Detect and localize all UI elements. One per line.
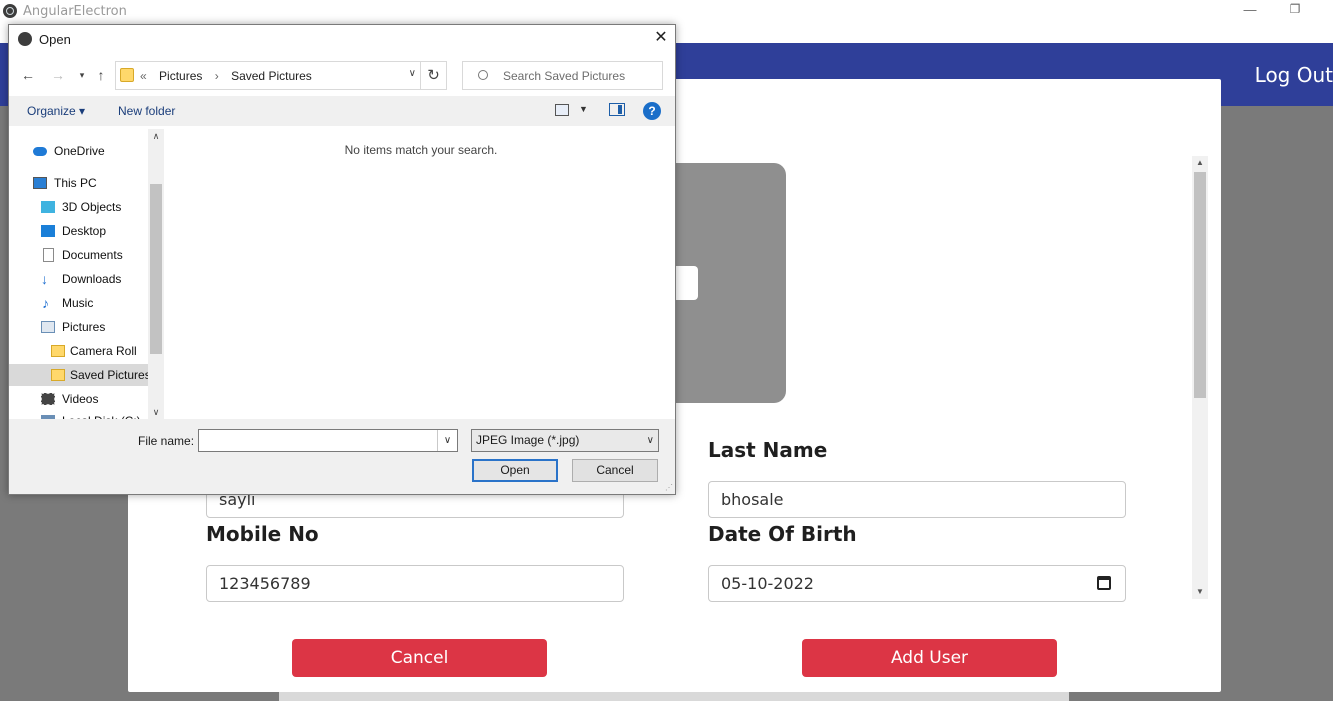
last-name-input[interactable]: bhosale xyxy=(708,481,1126,518)
file-type-select[interactable]: JPEG Image (*.jpg) ∨ xyxy=(471,429,659,452)
computer-icon xyxy=(33,177,47,189)
tree-item-label: Documents xyxy=(62,248,123,262)
tree-item-3d-objects[interactable]: 3D Objects xyxy=(9,196,149,218)
scroll-thumb[interactable] xyxy=(150,184,162,354)
document-icon xyxy=(43,248,54,262)
app-titlebar: AngularElectron — ❐ xyxy=(0,0,1333,24)
tree-item-label: OneDrive xyxy=(54,144,105,158)
pictures-icon xyxy=(41,321,55,333)
mobile-label: Mobile No xyxy=(206,522,319,546)
dialog-navigation-bar: ← → ▾ ↑ « Pictures › Saved Pictures ∨ ↻ … xyxy=(9,58,675,92)
electron-logo-icon xyxy=(3,4,17,18)
tree-item-label: Pictures xyxy=(62,320,106,334)
view-options-icon[interactable] xyxy=(555,104,569,116)
dialog-command-bar: Organize ▾ New folder ▼ ? xyxy=(9,96,675,126)
tree-item-documents[interactable]: Documents xyxy=(9,244,149,266)
back-arrow-icon[interactable]: ← xyxy=(19,66,37,84)
cube-icon xyxy=(41,201,55,213)
dob-input[interactable]: 05-10-2022 xyxy=(708,565,1126,602)
tree-item-label: 3D Objects xyxy=(62,200,122,214)
preview-pane-icon[interactable] xyxy=(609,103,625,116)
search-input[interactable]: Search Saved Pictures xyxy=(462,61,663,90)
dialog-footer: File name: ∨ JPEG Image (*.jpg) ∨ Open C… xyxy=(9,419,675,494)
scroll-up-icon[interactable]: ▲ xyxy=(1192,156,1208,170)
tree-item-label: Saved Pictures xyxy=(70,368,151,382)
empty-message: No items match your search. xyxy=(344,143,498,157)
tree-item-label: This PC xyxy=(54,176,97,190)
chevron-down-icon[interactable]: ∨ xyxy=(437,430,457,451)
open-button[interactable]: Open xyxy=(472,459,558,482)
chevron-down-icon[interactable]: ▼ xyxy=(579,104,588,114)
desktop-icon xyxy=(41,225,55,237)
address-bar[interactable]: « Pictures › Saved Pictures ∨ xyxy=(115,61,421,90)
search-icon xyxy=(478,70,488,80)
dialog-title: Open xyxy=(39,32,71,47)
tree-item-label: Videos xyxy=(62,392,99,406)
navigation-tree: OneDrive This PC 3D Objects Desktop Docu… xyxy=(9,129,164,420)
breadcrumb-overflow[interactable]: « xyxy=(140,69,147,83)
tree-item-downloads[interactable]: ↓ Downloads xyxy=(9,268,149,290)
modal-cancel-button[interactable]: Cancel xyxy=(292,639,547,677)
recent-locations-chevron-icon[interactable]: ▾ xyxy=(73,66,91,84)
tree-item-videos[interactable]: Videos xyxy=(9,388,149,410)
file-name-label: File name: xyxy=(138,434,195,448)
search-placeholder: Search Saved Pictures xyxy=(503,69,626,83)
tree-item-pictures[interactable]: Pictures xyxy=(9,316,149,338)
close-icon[interactable]: ✕ xyxy=(652,29,670,47)
open-file-dialog: Open ✕ ← → ▾ ↑ « Pictures › Saved Pictur… xyxy=(8,24,676,495)
breadcrumb-saved-pictures[interactable]: Saved Pictures xyxy=(231,69,312,83)
tree-item-music[interactable]: ♪ Music xyxy=(9,292,149,314)
dob-value: 05-10-2022 xyxy=(721,574,814,593)
cloud-icon xyxy=(33,147,47,156)
modal-scrollbar[interactable]: ▲ ▼ xyxy=(1192,156,1208,599)
breadcrumb-pictures[interactable]: Pictures xyxy=(159,69,202,83)
organize-menu[interactable]: Organize ▾ xyxy=(27,104,85,118)
forward-arrow-icon[interactable]: → xyxy=(49,66,67,84)
dob-label: Date Of Birth xyxy=(708,522,857,546)
minimize-icon[interactable]: — xyxy=(1243,2,1257,20)
tree-item-this-pc[interactable]: This PC xyxy=(9,172,149,194)
tree-scrollbar[interactable]: ∧ ∨ xyxy=(148,129,164,420)
tree-item-label: Desktop xyxy=(62,224,107,238)
tree-item-desktop[interactable]: Desktop xyxy=(9,220,149,242)
file-list[interactable]: No items match your search. xyxy=(167,129,675,420)
download-icon: ↓ xyxy=(41,271,48,287)
mobile-input[interactable]: 123456789 xyxy=(206,565,624,602)
folder-icon xyxy=(51,369,65,381)
tree-item-label: Camera Roll xyxy=(70,344,137,358)
up-arrow-icon[interactable]: ↑ xyxy=(92,66,110,84)
tree-item-onedrive[interactable]: OneDrive xyxy=(9,140,149,162)
chevron-down-icon: ∨ xyxy=(646,435,654,446)
tree-item-camera-roll[interactable]: Camera Roll xyxy=(9,340,149,362)
folder-icon xyxy=(120,68,134,82)
electron-logo-icon xyxy=(18,32,32,46)
tree-item-label: Downloads xyxy=(62,272,122,286)
dialog-titlebar: Open ✕ xyxy=(9,25,675,53)
tree-item-saved-pictures[interactable]: Saved Pictures xyxy=(9,364,151,386)
tree-item-label: Music xyxy=(62,296,94,310)
music-icon: ♪ xyxy=(42,295,49,311)
app-title: AngularElectron xyxy=(23,4,127,19)
help-icon[interactable]: ? xyxy=(643,102,661,120)
breadcrumb-separator: › xyxy=(214,69,219,83)
video-icon xyxy=(41,393,55,405)
chevron-up-icon[interactable]: ∧ xyxy=(148,131,164,142)
scroll-thumb[interactable] xyxy=(1194,172,1206,398)
refresh-icon[interactable]: ↻ xyxy=(421,61,447,90)
add-user-button[interactable]: Add User xyxy=(802,639,1057,677)
chevron-down-icon[interactable]: ∨ xyxy=(148,407,164,418)
logout-link[interactable]: Log Out xyxy=(1255,63,1333,87)
breadcrumb: « Pictures › Saved Pictures xyxy=(140,69,321,83)
file-type-value: JPEG Image (*.jpg) xyxy=(476,433,580,447)
resize-grip-icon[interactable]: ⋰ xyxy=(665,483,673,492)
chevron-down-icon[interactable]: ∨ xyxy=(409,68,416,79)
calendar-icon[interactable] xyxy=(1097,576,1111,590)
restore-icon[interactable]: ❐ xyxy=(1288,2,1302,20)
scroll-down-icon[interactable]: ▼ xyxy=(1192,585,1208,599)
dialog-cancel-button[interactable]: Cancel xyxy=(572,459,658,482)
last-name-label: Last Name xyxy=(708,438,828,462)
file-name-input[interactable]: ∨ xyxy=(198,429,458,452)
new-folder-button[interactable]: New folder xyxy=(118,104,175,118)
folder-icon xyxy=(51,345,65,357)
